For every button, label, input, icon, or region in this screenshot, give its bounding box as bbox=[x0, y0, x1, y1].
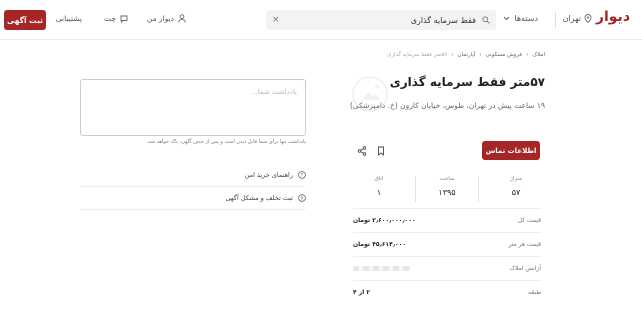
breadcrumb-separator: › bbox=[526, 52, 529, 58]
chevron-down-icon bbox=[504, 16, 510, 21]
stat-label: ساخت bbox=[439, 176, 455, 182]
support-label: پشتیبانی bbox=[55, 14, 82, 23]
detail-row-price-per-meter: قیمت هر متر ۴۵٫۶۱۴٫۰۰۰ تومان bbox=[353, 232, 541, 256]
post-ad-button[interactable]: ثبت آگهی bbox=[4, 10, 46, 30]
detail-label: طبقه bbox=[528, 289, 541, 296]
breadcrumb-separator: › bbox=[451, 52, 454, 58]
help-links: ? راهنمای خرید امن ثبت تخلف و مشکل آگهی bbox=[80, 164, 306, 210]
header-divider bbox=[555, 12, 556, 28]
ad-subtitle: ۱۹ ساعت پیش در تهران، طوس، خیابان کارون … bbox=[349, 101, 545, 110]
detail-label: آژانس املاک bbox=[509, 265, 541, 272]
alert-circle-icon bbox=[298, 194, 306, 202]
top-header: دیوار تهران دسته‌ها فقط سرمایه گذاری × د… bbox=[0, 0, 642, 40]
share-icon[interactable] bbox=[357, 146, 367, 156]
stat-label: متراژ bbox=[510, 176, 522, 182]
stat-built-year: ساخت ۱۳۹۵ bbox=[422, 176, 472, 197]
stat-divider bbox=[478, 176, 479, 202]
breadcrumb: املاک › فروش مسکونی › آپارتمان › ۵۷متر ف… bbox=[387, 52, 545, 58]
link-label: ثبت تخلف و مشکل آگهی bbox=[225, 194, 293, 202]
detail-row-agency: آژانس املاک bbox=[353, 256, 541, 280]
stat-value: ۵۷ bbox=[511, 188, 521, 197]
search-bar[interactable]: فقط سرمایه گذاری × bbox=[266, 10, 496, 30]
my-divar-link[interactable]: دیوار من bbox=[147, 14, 186, 23]
ad-title: ۵۷متر فقط سرمایه گذاری bbox=[389, 75, 545, 89]
breadcrumb-separator: › bbox=[479, 52, 482, 58]
safe-buying-guide-link[interactable]: ? راهنمای خرید امن bbox=[80, 164, 306, 187]
stat-value: ۱ bbox=[376, 188, 382, 197]
detail-value: ۲٫۶۰۰٫۰۰۰٫۰۰۰ تومان bbox=[353, 217, 416, 224]
breadcrumb-item[interactable]: املاک bbox=[532, 52, 545, 58]
detail-row-floor: طبقه ۲ از ۴ bbox=[353, 280, 541, 304]
search-icon bbox=[482, 16, 490, 24]
detail-value: ۲ از ۴ bbox=[353, 289, 371, 296]
categories-label: دسته‌ها bbox=[514, 14, 538, 23]
clear-search-icon[interactable]: × bbox=[272, 15, 280, 25]
note-textarea[interactable]: یادداشت شما... bbox=[80, 79, 306, 136]
stat-label: اتاق bbox=[374, 176, 384, 182]
chat-label: چت bbox=[103, 14, 116, 23]
stat-value: ۱۳۹۵ bbox=[438, 188, 456, 197]
support-link[interactable]: پشتیبانی bbox=[56, 14, 82, 23]
link-label: راهنمای خرید امن bbox=[244, 171, 293, 179]
bookmark-icon[interactable] bbox=[376, 146, 386, 156]
agency-name-blurred[interactable] bbox=[353, 266, 411, 271]
city-selector[interactable]: تهران bbox=[563, 14, 592, 23]
breadcrumb-current: ۵۷متر فقط سرمایه گذاری bbox=[387, 52, 448, 58]
chat-bubble-icon bbox=[120, 15, 128, 23]
detail-row-total-price: قیمت کل ۲٫۶۰۰٫۰۰۰٫۰۰۰ تومان bbox=[353, 208, 541, 232]
search-input[interactable]: فقط سرمایه گذاری bbox=[280, 16, 482, 25]
contact-info-button[interactable]: اطلاعات تماس bbox=[482, 141, 540, 160]
detail-label: قیمت کل bbox=[517, 217, 541, 224]
stat-area: متراژ ۵۷ bbox=[491, 176, 541, 197]
question-circle-icon: ? bbox=[298, 171, 306, 179]
user-icon bbox=[178, 14, 186, 23]
city-label: تهران bbox=[562, 14, 581, 23]
ad-stats: متراژ ۵۷ ساخت ۱۳۹۵ اتاق ۱ bbox=[353, 176, 541, 206]
breadcrumb-item[interactable]: آپارتمان bbox=[457, 52, 475, 58]
location-pin-icon bbox=[584, 14, 592, 23]
note-hint: یادداشت تنها برای شما قابل دیدن است و پس… bbox=[146, 139, 306, 145]
breadcrumb-item[interactable]: فروش مسکونی bbox=[485, 52, 522, 58]
stat-divider bbox=[415, 176, 416, 202]
svg-text:?: ? bbox=[301, 173, 304, 179]
categories-dropdown[interactable]: دسته‌ها bbox=[503, 14, 538, 23]
chat-link[interactable]: چت bbox=[104, 14, 128, 23]
ad-details: قیمت کل ۲٫۶۰۰٫۰۰۰٫۰۰۰ تومان قیمت هر متر … bbox=[353, 208, 541, 304]
stat-rooms: اتاق ۱ bbox=[354, 176, 404, 197]
detail-value: ۴۵٫۶۱۴٫۰۰۰ تومان bbox=[353, 241, 406, 248]
divar-logo[interactable]: دیوار bbox=[596, 9, 630, 25]
report-ad-link[interactable]: ثبت تخلف و مشکل آگهی bbox=[80, 187, 306, 210]
my-divar-label: دیوار من bbox=[146, 14, 174, 23]
detail-label: قیمت هر متر bbox=[508, 241, 541, 248]
